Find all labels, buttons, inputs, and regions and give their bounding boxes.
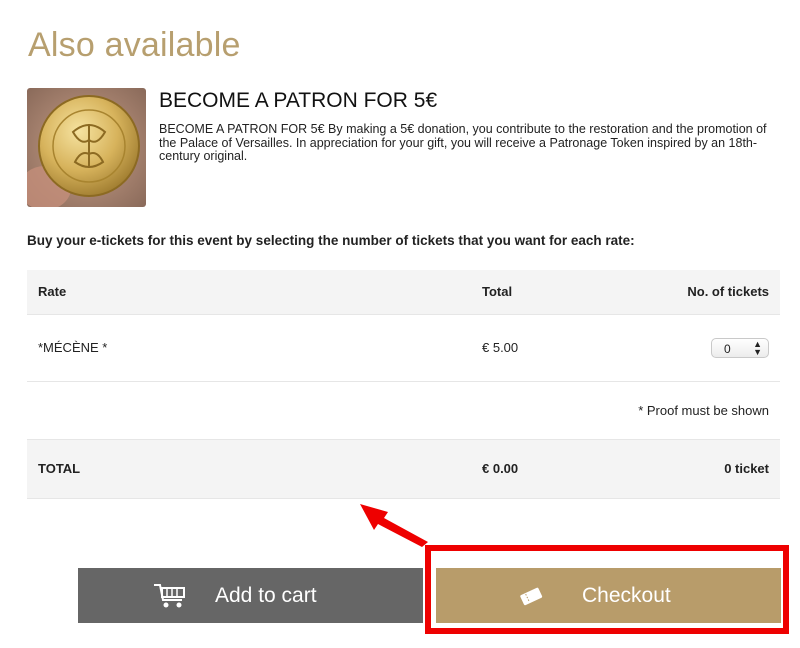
rate-price: € 5.00 [482,340,519,355]
ticket-quantity-select[interactable]: 0 ▲ ▼ [711,338,769,358]
chevron-updown-icon: ▲ ▼ [753,339,762,357]
proof-note: * Proof must be shown [638,403,769,418]
section-heading: Also available [28,26,241,64]
rate-column-header: Rate [38,284,67,299]
product-description: BECOME A PATRON FOR 5€ By making a 5€ do… [159,122,767,163]
table-row: *MÉCÈNE * € 5.00 0 ▲ ▼ [27,315,780,382]
total-label: TOTAL [38,461,81,476]
arrow-pointer-icon [360,504,428,547]
ticket-instructions: Buy your e-tickets for this event by sel… [27,233,635,248]
rate-name: *MÉCÈNE * [38,340,108,355]
total-column-header: Total [482,284,513,299]
product-title: BECOME A PATRON FOR 5€ [159,89,438,112]
tickets-column-header: No. of tickets [687,284,769,299]
patronage-token-image [27,88,146,207]
add-to-cart-label: Add to cart [215,584,317,607]
total-tickets: 0 ticket [724,461,769,476]
total-row: TOTAL € 0.00 0 ticket [27,440,780,499]
quantity-value: 0 [724,342,731,356]
ticket-table: Rate Total No. of tickets *MÉCÈNE * € 5.… [27,270,780,499]
add-to-cart-button[interactable]: Add to cart [78,568,423,623]
checkout-highlight [425,545,789,634]
table-header-row: Rate Total No. of tickets [27,270,780,315]
shopping-cart-icon [154,584,185,608]
total-amount: € 0.00 [482,461,519,476]
proof-note-row: * Proof must be shown [27,382,780,440]
